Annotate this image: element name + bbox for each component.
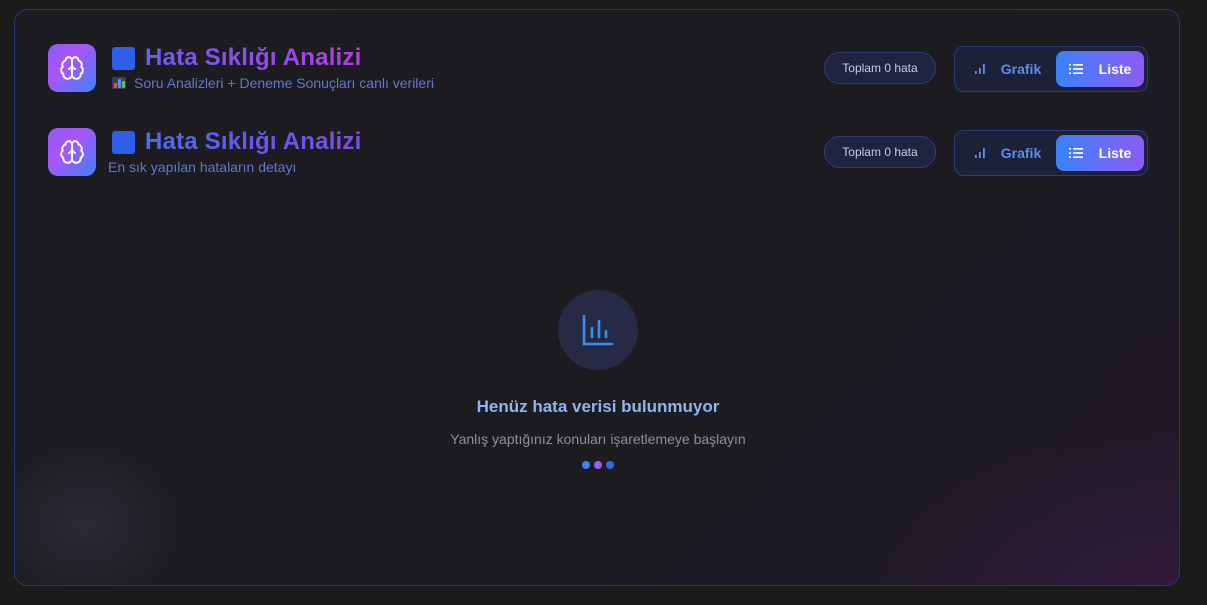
liste-label: Liste — [1098, 61, 1132, 77]
brain-icon — [48, 128, 96, 176]
blue-square-icon — [112, 130, 135, 154]
loading-dots — [15, 461, 1179, 469]
panel-title: Hata Sıklığı Analizi — [145, 128, 362, 155]
panel-subtitle: En sık yapılan hataların detayı — [108, 159, 297, 175]
loading-dot — [606, 461, 614, 469]
view-toggle: Grafik Liste — [954, 46, 1148, 92]
liste-label: Liste — [1098, 145, 1132, 161]
grafik-button[interactable]: Grafik — [959, 135, 1055, 171]
liste-button[interactable]: Liste — [1056, 135, 1144, 171]
panel-title: Hata Sıklığı Analizi — [145, 44, 362, 71]
list-icon — [1068, 63, 1083, 75]
brain-icon — [48, 44, 96, 92]
empty-state-subtitle: Yanlış yaptığınız konuları işaretlemeye … — [450, 431, 746, 447]
panel-header-primary: Hata Sıklığı Analizi Soru Analizleri + D… — [48, 44, 1148, 94]
signal-bars-icon — [973, 62, 987, 76]
total-errors-badge: Toplam 0 hata — [824, 52, 936, 84]
liste-button[interactable]: Liste — [1056, 51, 1144, 87]
empty-state-title: Henüz hata verisi bulunmuyor — [476, 397, 720, 416]
empty-state: Henüz hata verisi bulunmuyor Yanlış yapt… — [15, 290, 1179, 469]
loading-dot — [594, 461, 602, 469]
grafik-label: Grafik — [1000, 61, 1042, 77]
bar-chart-icon — [558, 290, 638, 370]
list-icon — [1068, 147, 1083, 159]
grafik-button[interactable]: Grafik — [959, 51, 1055, 87]
view-toggle: Grafik Liste — [954, 130, 1148, 176]
bar-chart-emoji-icon — [112, 77, 126, 89]
signal-bars-icon — [973, 146, 987, 160]
panel-subtitle: Soru Analizleri + Deneme Sonuçları canlı… — [134, 75, 434, 91]
loading-dot — [582, 461, 590, 469]
panel-header-secondary: Hata Sıklığı Analizi En sık yapılan hata… — [48, 128, 1148, 178]
error-frequency-panel: Hata Sıklığı Analizi Soru Analizleri + D… — [14, 9, 1180, 586]
blue-square-icon — [112, 46, 135, 70]
grafik-label: Grafik — [1000, 145, 1042, 161]
total-errors-badge: Toplam 0 hata — [824, 136, 936, 168]
